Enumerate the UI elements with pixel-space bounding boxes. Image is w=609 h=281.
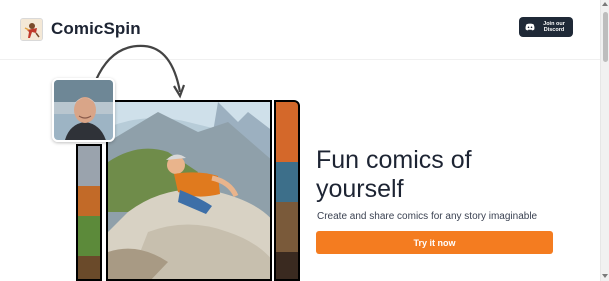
hero-illustration (52, 40, 312, 281)
scroll-down-arrow-icon[interactable] (602, 274, 608, 278)
comic-panel-main (106, 100, 272, 281)
comicspin-logo-icon[interactable] (20, 18, 43, 41)
scroll-thumb[interactable] (603, 12, 608, 62)
hero-subheadline: Create and share comics for any story im… (317, 211, 538, 222)
hero-headline: Fun comics of yourself (316, 146, 472, 203)
try-it-now-button[interactable]: Try it now (316, 231, 553, 254)
join-discord-button[interactable]: Join our Discord (519, 17, 573, 37)
comic-panel-right (274, 100, 300, 281)
comic-panel-left (76, 144, 102, 281)
brand-name[interactable]: ComicSpin (51, 19, 141, 39)
page-scrollbar[interactable] (600, 0, 609, 281)
discord-icon (525, 23, 535, 31)
discord-button-label: Join our Discord (543, 20, 565, 34)
scroll-up-arrow-icon[interactable] (602, 2, 608, 6)
user-selfie-photo (52, 78, 115, 142)
